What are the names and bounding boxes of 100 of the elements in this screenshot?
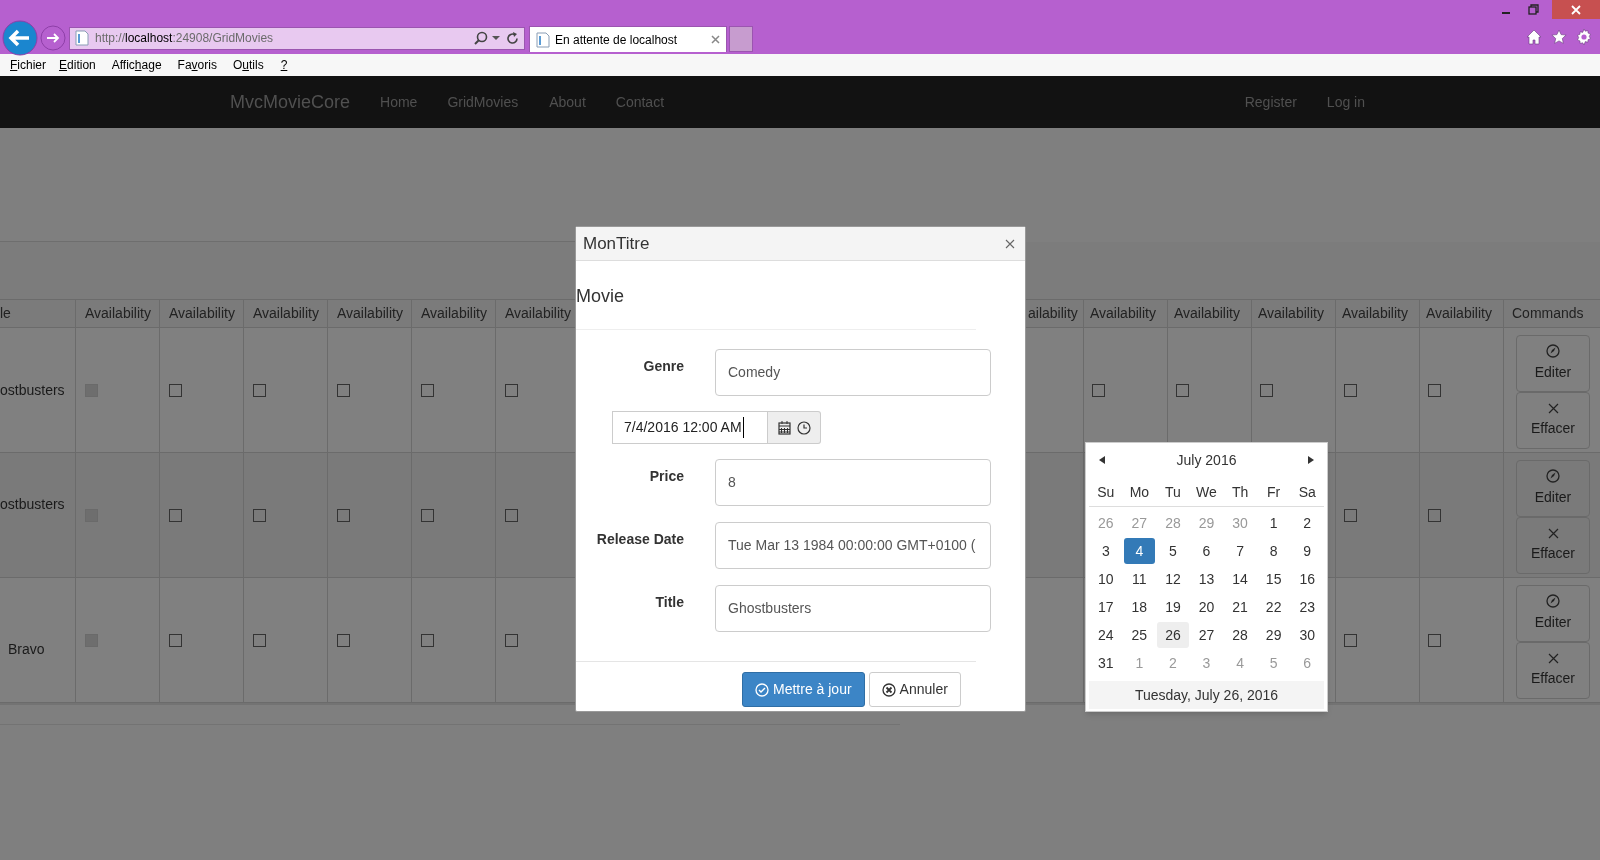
checkbox[interactable]: [505, 508, 518, 522]
compass-icon: [1546, 469, 1560, 483]
input-field[interactable]: Ghostbusters: [715, 585, 991, 632]
previous-icon[interactable]: [1099, 456, 1105, 464]
cancel-button[interactable]: Annuler: [868, 672, 961, 707]
calendar-icon[interactable]: [777, 420, 791, 435]
menu-item[interactable]: Affichage: [111, 56, 162, 74]
checkbox[interactable]: [169, 633, 182, 647]
menu-item[interactable]: Outils: [232, 56, 264, 74]
day-cell[interactable]: 13: [1190, 566, 1223, 592]
close-button[interactable]: [1552, 0, 1600, 19]
checkbox[interactable]: [1260, 383, 1273, 397]
day-cell[interactable]: 9: [1291, 538, 1323, 564]
day-cell[interactable]: 25: [1123, 622, 1156, 648]
day-cell[interactable]: 18: [1123, 594, 1156, 620]
month-title[interactable]: July 2016: [1176, 449, 1237, 471]
checkbox[interactable]: [421, 633, 434, 647]
menu-item[interactable]: Favoris: [177, 56, 217, 74]
day-cell[interactable]: 6: [1190, 538, 1223, 564]
checkbox[interactable]: [505, 633, 518, 647]
checkbox[interactable]: [337, 508, 350, 522]
refresh-icon[interactable]: [506, 31, 519, 45]
update-button[interactable]: Mettre à jour: [742, 672, 865, 707]
day-cell[interactable]: 30: [1291, 622, 1323, 648]
checkbox[interactable]: [1428, 633, 1441, 647]
day-cell[interactable]: 2: [1291, 510, 1323, 536]
input-field[interactable]: 8: [715, 459, 991, 506]
star-icon[interactable]: [1551, 29, 1567, 45]
delete-button[interactable]: Effacer: [1516, 392, 1590, 449]
checkbox[interactable]: [1176, 383, 1189, 397]
day-cell[interactable]: 20: [1190, 594, 1223, 620]
menu-item[interactable]: Fichier: [10, 56, 47, 74]
day-cell[interactable]: 24: [1090, 622, 1122, 648]
delete-button[interactable]: Effacer: [1516, 517, 1590, 574]
settings-icon[interactable]: [1576, 29, 1592, 45]
checkbox[interactable]: [253, 633, 266, 647]
day-cell[interactable]: 4: [1123, 538, 1156, 564]
date-time-field[interactable]: 7/4/2016 12:00 AM: [612, 411, 768, 444]
new-tab-button[interactable]: [729, 26, 753, 52]
checkbox[interactable]: [169, 508, 182, 522]
day-cell[interactable]: 23: [1291, 594, 1323, 620]
day-cell[interactable]: 14: [1224, 566, 1256, 592]
day-cell[interactable]: 29: [1257, 622, 1290, 648]
delete-button[interactable]: Effacer: [1516, 642, 1590, 699]
day-cell[interactable]: 1: [1257, 510, 1290, 536]
browser-tab[interactable]: En attente de localhost: [529, 26, 727, 52]
day-cell[interactable]: 10: [1090, 566, 1122, 592]
clock-icon[interactable]: [796, 420, 811, 435]
day-cell[interactable]: 7: [1224, 538, 1256, 564]
day-cell[interactable]: 8: [1257, 538, 1290, 564]
input-field[interactable]: Comedy: [715, 349, 991, 396]
search-icon[interactable]: [474, 31, 488, 45]
day-cell[interactable]: 12: [1157, 566, 1189, 592]
day-cell[interactable]: 21: [1224, 594, 1256, 620]
checkbox[interactable]: [1428, 508, 1441, 522]
day-cell[interactable]: 15: [1257, 566, 1290, 592]
restore-icon[interactable]: [1528, 4, 1539, 15]
checkbox[interactable]: [1344, 383, 1357, 397]
checkbox[interactable]: [1092, 383, 1105, 397]
close-icon[interactable]: [1005, 238, 1015, 249]
caret-icon[interactable]: [492, 35, 500, 41]
day-cell[interactable]: 5: [1157, 538, 1189, 564]
checkbox[interactable]: [421, 508, 434, 522]
column-header: Commands: [1504, 300, 1600, 328]
picker-addon[interactable]: [768, 411, 821, 444]
next-icon[interactable]: [1308, 456, 1314, 464]
menu-item[interactable]: Edition: [59, 56, 96, 74]
checkbox[interactable]: [1344, 633, 1357, 647]
home-icon[interactable]: [1526, 29, 1542, 45]
column-header: Availability: [1336, 300, 1420, 328]
checkbox[interactable]: [1428, 383, 1441, 397]
checkbox[interactable]: [253, 383, 266, 397]
day-cell[interactable]: 22: [1257, 594, 1290, 620]
day-cell[interactable]: 27: [1190, 622, 1223, 648]
edit-button[interactable]: Editer: [1516, 585, 1590, 642]
checkbox[interactable]: [253, 508, 266, 522]
address-bar[interactable]: http://localhost:24908/GridMovies: [69, 26, 525, 50]
edit-button[interactable]: Editer: [1516, 460, 1590, 517]
checkbox[interactable]: [505, 383, 518, 397]
checkbox[interactable]: [337, 383, 350, 397]
edit-button[interactable]: Editer: [1516, 335, 1590, 392]
day-cell[interactable]: 31: [1090, 650, 1122, 676]
forward-button[interactable]: [40, 25, 66, 51]
day-cell[interactable]: 28: [1224, 622, 1256, 648]
selected-date-footer[interactable]: Tuesday, July 26, 2016: [1089, 681, 1324, 709]
input-field[interactable]: Tue Mar 13 1984 00:00:00 GMT+0100 (: [715, 522, 991, 569]
day-cell[interactable]: 16: [1291, 566, 1323, 592]
column-header: Availability: [76, 300, 160, 328]
checkbox[interactable]: [421, 383, 434, 397]
checkbox[interactable]: [337, 633, 350, 647]
checkbox[interactable]: [169, 383, 182, 397]
day-cell[interactable]: 26: [1157, 622, 1189, 648]
day-cell[interactable]: 17: [1090, 594, 1122, 620]
day-cell[interactable]: 19: [1157, 594, 1189, 620]
day-cell[interactable]: 11: [1123, 566, 1156, 592]
day-cell[interactable]: 3: [1090, 538, 1122, 564]
checkbox[interactable]: [1344, 508, 1357, 522]
menu-item[interactable]: ?: [280, 56, 288, 74]
close-icon[interactable]: [711, 35, 720, 44]
back-button[interactable]: [2, 20, 38, 56]
